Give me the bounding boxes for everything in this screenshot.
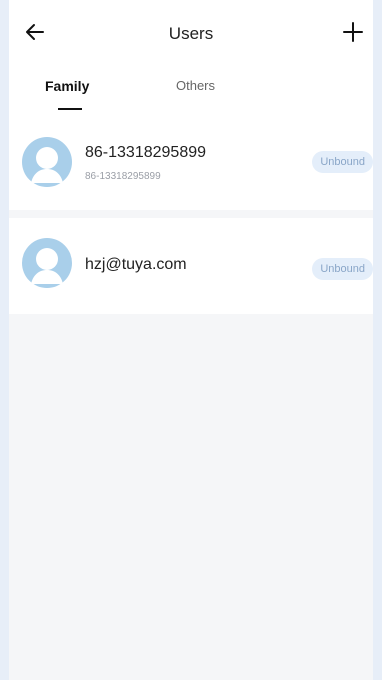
user-list: 86-13318295899 86-13318295899 Unbound hz… — [9, 114, 373, 314]
add-user-icon[interactable] — [341, 20, 365, 44]
user-subtitle: 86-13318295899 — [85, 171, 161, 182]
user-avatar-icon — [22, 238, 72, 288]
active-tab-indicator — [58, 108, 82, 110]
list-item[interactable]: hzj@tuya.com Unbound — [9, 218, 373, 314]
user-name: hzj@tuya.com — [85, 256, 187, 273]
status-badge[interactable]: Unbound — [312, 151, 373, 173]
user-name: 86-13318295899 — [85, 144, 207, 161]
user-avatar-icon — [22, 137, 72, 187]
tab-others[interactable]: Others — [176, 78, 215, 93]
header: Users — [9, 0, 373, 68]
page-title: Users — [168, 24, 214, 43]
status-badge[interactable]: Unbound — [312, 258, 373, 280]
tab-bar: Family Others — [9, 68, 373, 114]
list-item[interactable]: 86-13318295899 86-13318295899 Unbound — [9, 114, 373, 210]
users-screen: Users Family Others 86-13318295899 86-13… — [9, 0, 373, 680]
tab-family[interactable]: Family — [45, 78, 89, 94]
